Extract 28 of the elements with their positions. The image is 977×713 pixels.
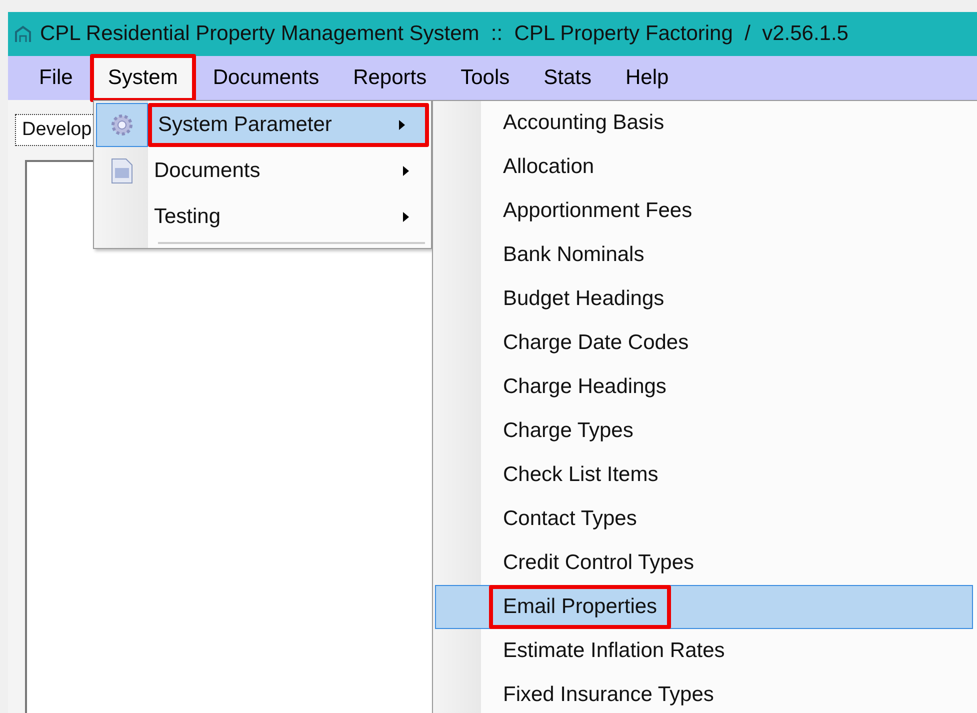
menu-item[interactable]: Charge Types [433,409,977,453]
menu-item[interactable]: File [22,55,90,101]
menu-item[interactable]: Apportionment Fees [433,189,977,233]
menu-item[interactable]: Charge Headings [433,365,977,409]
menu-item[interactable]: Testing [148,195,429,239]
menu-item[interactable]: Bank Nominals [433,233,977,277]
gear-icon [109,112,135,138]
menu-item[interactable]: Documents [148,149,429,193]
menu-item[interactable]: System Parameter [148,103,429,147]
menu-item[interactable]: Estimate Inflation Rates [433,629,977,673]
menu-item[interactable]: Allocation [433,145,977,189]
menu-item[interactable]: Tools [444,55,527,101]
app-icon [14,25,32,43]
menu-item[interactable]: Stats [526,55,608,101]
menu-item[interactable]: Email Properties [435,585,973,629]
menu-item[interactable]: Reports [336,55,444,101]
menu-item[interactable]: Credit Control Types [433,541,977,585]
menu-item[interactable]: Check List Items [433,453,977,497]
menu-item[interactable]: System [90,54,196,102]
menu-item[interactable]: Accounting Basis [433,101,977,145]
menu-item[interactable]: Budget Headings [433,277,977,321]
document-icon [111,158,133,184]
window-title: CPL Residential Property Management System :: CPL Property Factoring / v2.56.1.5 [40,21,848,48]
menu-item[interactable]: Fixed Insurance Types [433,673,977,713]
menu-item[interactable]: Charge Date Codes [433,321,977,365]
menu-item[interactable]: Contact Types [433,497,977,541]
menu-item[interactable]: Help [608,55,686,101]
menu-item[interactable]: Documents [196,55,336,101]
